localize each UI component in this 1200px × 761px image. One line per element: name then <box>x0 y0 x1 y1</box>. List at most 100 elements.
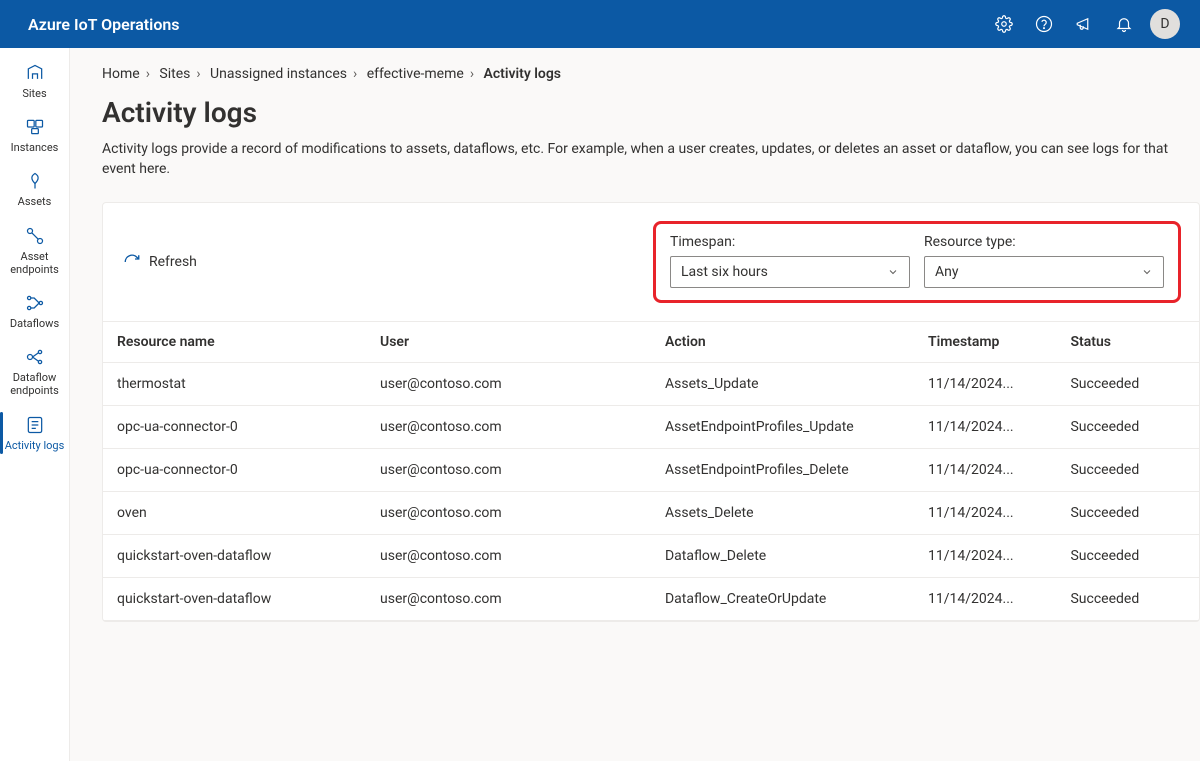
table-row[interactable]: quickstart-oven-dataflowuser@contoso.com… <box>103 577 1199 620</box>
dataflows-icon <box>24 292 46 314</box>
sidebar-item-dataflow-endpoints[interactable]: Dataflow endpoints <box>0 338 69 405</box>
cell-ts: 11/14/2024... <box>914 577 1056 620</box>
help-button[interactable] <box>1024 0 1064 48</box>
bell-icon <box>1115 15 1133 33</box>
instances-icon <box>24 116 46 138</box>
dataflow-endpoints-icon <box>24 346 46 368</box>
resource-type-label: Resource type: <box>924 234 1164 250</box>
col-resource-name[interactable]: Resource name <box>103 321 366 362</box>
cell-user: user@contoso.com <box>366 577 651 620</box>
table-row[interactable]: opc-ua-connector-0user@contoso.comAssetE… <box>103 405 1199 448</box>
assets-icon <box>24 170 46 192</box>
cell-name: opc-ua-connector-0 <box>103 405 366 448</box>
settings-button[interactable] <box>984 0 1024 48</box>
sidebar: Sites Instances Assets Asset endpoints D… <box>0 48 70 761</box>
cell-action: Dataflow_CreateOrUpdate <box>651 577 914 620</box>
resource-type-select[interactable]: Any <box>924 256 1164 288</box>
sidebar-item-label: Instances <box>11 141 59 154</box>
table-row[interactable]: ovenuser@contoso.comAssets_Delete11/14/2… <box>103 491 1199 534</box>
timespan-label: Timespan: <box>670 234 910 250</box>
breadcrumb-link[interactable]: Home <box>102 66 140 82</box>
breadcrumb-link[interactable]: Unassigned instances <box>210 66 347 82</box>
refresh-icon <box>123 253 141 271</box>
cell-name: quickstart-oven-dataflow <box>103 577 366 620</box>
sidebar-item-instances[interactable]: Instances <box>0 108 69 162</box>
product-title: Azure IoT Operations <box>28 15 180 34</box>
activity-log-panel: Refresh Timespan: Last six hours Resourc… <box>102 202 1200 622</box>
cell-user: user@contoso.com <box>366 491 651 534</box>
page-description: Activity logs provide a record of modifi… <box>102 139 1200 180</box>
cell-user: user@contoso.com <box>366 362 651 405</box>
activity-log-table: Resource name User Action Timestamp Stat… <box>103 321 1199 621</box>
cell-ts: 11/14/2024... <box>914 491 1056 534</box>
refresh-button[interactable]: Refresh <box>123 253 197 271</box>
page-title: Activity logs <box>102 96 1200 129</box>
megaphone-icon <box>1075 15 1093 33</box>
cell-action: AssetEndpointProfiles_Update <box>651 405 914 448</box>
cell-user: user@contoso.com <box>366 405 651 448</box>
sidebar-item-label: Dataflows <box>10 317 59 330</box>
resource-type-field: Resource type: Any <box>924 234 1164 288</box>
user-avatar[interactable]: D <box>1150 9 1180 39</box>
cell-name: oven <box>103 491 366 534</box>
sidebar-item-assets[interactable]: Assets <box>0 162 69 216</box>
gear-icon <box>995 15 1013 33</box>
cell-action: AssetEndpointProfiles_Delete <box>651 448 914 491</box>
cell-name: opc-ua-connector-0 <box>103 448 366 491</box>
help-icon <box>1035 15 1053 33</box>
top-bar: Azure IoT Operations D <box>0 0 1200 48</box>
cell-ts: 11/14/2024... <box>914 405 1056 448</box>
chevron-down-icon <box>887 266 899 278</box>
breadcrumb-current: Activity logs <box>484 66 562 82</box>
sidebar-item-label: Activity logs <box>5 439 65 452</box>
notifications-button[interactable] <box>1104 0 1144 48</box>
cell-user: user@contoso.com <box>366 448 651 491</box>
sidebar-item-label: Dataflow endpoints <box>2 371 67 397</box>
activity-logs-icon <box>24 414 46 436</box>
asset-endpoints-icon <box>24 225 46 247</box>
table-row[interactable]: opc-ua-connector-0user@contoso.comAssetE… <box>103 448 1199 491</box>
cell-action: Dataflow_Delete <box>651 534 914 577</box>
sidebar-item-label: Asset endpoints <box>2 250 67 276</box>
table-header-row: Resource name User Action Timestamp Stat… <box>103 321 1199 362</box>
col-action[interactable]: Action <box>651 321 914 362</box>
feedback-button[interactable] <box>1064 0 1104 48</box>
cell-status: Succeeded <box>1056 577 1199 620</box>
sites-icon <box>24 62 46 84</box>
main-content: Home› Sites› Unassigned instances› effec… <box>70 48 1200 761</box>
breadcrumb: Home› Sites› Unassigned instances› effec… <box>102 66 1200 82</box>
refresh-label: Refresh <box>149 254 197 270</box>
breadcrumb-link[interactable]: Sites <box>159 66 190 82</box>
filters-highlight: Timespan: Last six hours Resource type: … <box>653 221 1181 303</box>
cell-action: Assets_Delete <box>651 491 914 534</box>
table-row[interactable]: thermostatuser@contoso.comAssets_Update1… <box>103 362 1199 405</box>
timespan-value: Last six hours <box>681 264 768 280</box>
sidebar-item-sites[interactable]: Sites <box>0 54 69 108</box>
resource-type-value: Any <box>935 264 959 280</box>
sidebar-item-dataflows[interactable]: Dataflows <box>0 284 69 338</box>
cell-ts: 11/14/2024... <box>914 362 1056 405</box>
timespan-field: Timespan: Last six hours <box>670 234 910 288</box>
cell-ts: 11/14/2024... <box>914 448 1056 491</box>
cell-action: Assets_Update <box>651 362 914 405</box>
sidebar-item-label: Assets <box>18 195 52 208</box>
cell-ts: 11/14/2024... <box>914 534 1056 577</box>
cell-status: Succeeded <box>1056 534 1199 577</box>
cell-user: user@contoso.com <box>366 534 651 577</box>
col-user[interactable]: User <box>366 321 651 362</box>
cell-name: quickstart-oven-dataflow <box>103 534 366 577</box>
chevron-down-icon <box>1141 266 1153 278</box>
col-status[interactable]: Status <box>1056 321 1199 362</box>
cell-status: Succeeded <box>1056 491 1199 534</box>
cell-status: Succeeded <box>1056 405 1199 448</box>
breadcrumb-link[interactable]: effective-meme <box>367 66 464 82</box>
cell-name: thermostat <box>103 362 366 405</box>
col-timestamp[interactable]: Timestamp <box>914 321 1056 362</box>
cell-status: Succeeded <box>1056 362 1199 405</box>
sidebar-item-activity-logs[interactable]: Activity logs <box>0 406 69 460</box>
timespan-select[interactable]: Last six hours <box>670 256 910 288</box>
sidebar-item-label: Sites <box>22 87 46 100</box>
table-row[interactable]: quickstart-oven-dataflowuser@contoso.com… <box>103 534 1199 577</box>
sidebar-item-asset-endpoints[interactable]: Asset endpoints <box>0 217 69 284</box>
cell-status: Succeeded <box>1056 448 1199 491</box>
